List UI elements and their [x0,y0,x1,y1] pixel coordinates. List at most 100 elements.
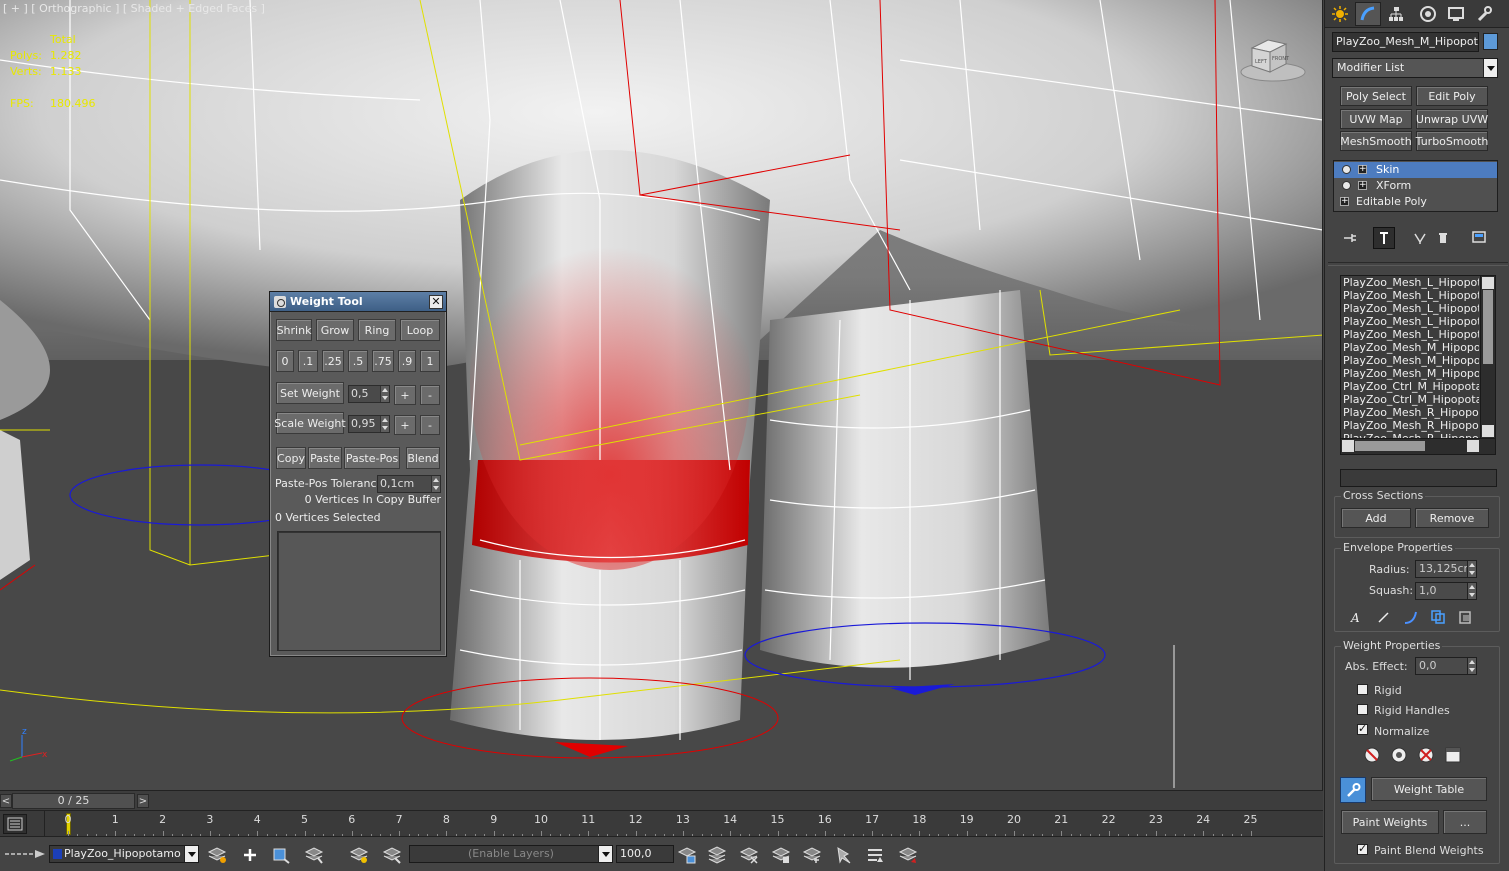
bone-list-item[interactable]: PlayZoo_Mesh_L_Hipopotamo [1341,315,1479,328]
weight-09-button[interactable]: .9 [398,350,416,372]
time-slider[interactable]: < 0 / 25 > [0,790,1323,810]
paint-weights-button[interactable]: Paint Weights [1341,810,1439,834]
layer-stack-icon[interactable] [706,844,728,866]
weight-tool-dialog[interactable]: Weight Tool ✕ Shrink Grow Ring Loop 0 .1… [269,291,447,657]
layer-explorer-icon[interactable] [676,844,698,866]
freeze-layer-icon[interactable] [348,844,370,866]
stack-item-skin[interactable]: + Skin [1334,162,1497,178]
set-weight-value[interactable]: 0,5 [351,387,369,400]
include-verts-icon[interactable] [1389,745,1409,765]
hide-layer-icon[interactable] [381,844,403,866]
bone-list-item[interactable]: PlayZoo_Ctrl_M_Hipopotamo [1341,393,1479,406]
bone-list-item[interactable]: PlayZoo_Mesh_M_Hipopotamo [1341,341,1479,354]
chevron-down-icon[interactable] [598,846,612,862]
weight-01-button[interactable]: .1 [298,350,318,372]
viewport-label[interactable]: [ + ] [ Orthographic ] [ Shaded + Edged … [3,2,265,15]
time-slider-next-button[interactable]: > [137,794,149,808]
paste-pos-tolerance-value[interactable]: 0,1cm [380,477,414,490]
pin-stack-icon[interactable] [1339,227,1361,249]
scale-weight-plus-button[interactable]: + [394,415,416,435]
paint-blend-weights-checkbox[interactable] [1357,842,1368,855]
object-name-field[interactable]: PlayZoo_Mesh_M_Hipopotamo [1332,32,1479,52]
bone-list[interactable]: PlayZoo_Mesh_L_Hipopotamo PlayZoo_Mesh_L… [1340,275,1496,455]
bone-list-item[interactable]: PlayZoo_Mesh_M_Hipopotamo [1341,354,1479,367]
paste-pos-tolerance-spinner[interactable]: 0,1cm [377,475,441,493]
time-slider-thumb[interactable]: 0 / 25 [12,793,135,809]
expand-icon[interactable]: + [1340,197,1349,206]
expand-icon[interactable]: + [1358,181,1367,190]
motion-tab-icon[interactable] [1415,2,1441,26]
make-unique-icon[interactable] [1409,227,1431,249]
mini-curve-editor-icon[interactable] [3,814,27,834]
grow-button[interactable]: Grow [316,319,354,341]
viewport-scene[interactable] [0,0,1323,790]
modifier-list-dropdown[interactable]: Modifier List [1332,58,1498,78]
scroll-right-icon[interactable] [1467,440,1479,452]
command-panel-tabs[interactable] [1325,0,1509,28]
radius-value[interactable]: 13,125cm [1419,562,1474,575]
set-weight-spinner[interactable]: 0,5 [348,385,390,403]
squash-spinner[interactable]: 1,0 [1415,582,1477,600]
pencil-icon[interactable] [1374,607,1394,627]
track-bar-timeline[interactable]: 0 1 2 3 4 5 6 7 8 9 10 11 12 13 14 15 16 17 18 19 20 21 22 23 24… [44,811,1272,837]
squash-value[interactable]: 1,0 [1419,584,1437,597]
scroll-up-icon[interactable] [1482,277,1494,289]
modify-tab-icon[interactable] [1355,2,1381,26]
set-weight-button[interactable]: Set Weight [276,382,344,404]
stack-item-xform[interactable]: + XForm [1334,178,1497,194]
weight-025-button[interactable]: .25 [322,350,344,372]
paste-pos-button[interactable]: Paste-Pos [344,447,400,469]
copy-envelope-icon[interactable] [1428,607,1448,627]
ring-button[interactable]: Ring [358,319,396,341]
weight-table-button[interactable]: Weight Table [1371,777,1487,801]
weight-075-button[interactable]: .75 [372,350,394,372]
layers-icon[interactable] [206,844,228,866]
bone-filter-field[interactable] [1340,469,1497,487]
weight-tool-titlebar[interactable]: Weight Tool [270,292,446,312]
uvw-map-button[interactable]: UVW Map [1340,109,1412,129]
set-weight-minus-button[interactable]: - [420,385,440,405]
zoom-value[interactable]: 100,0 [620,847,652,860]
show-end-result-icon[interactable] [1373,227,1395,249]
scroll-thumb[interactable] [1355,441,1425,451]
remove-modifier-icon[interactable] [1432,227,1454,249]
remove-cross-section-button[interactable]: Remove [1415,508,1489,528]
viewport[interactable]: [ + ] [ Orthographic ] [ Shaded + Edged … [0,0,1323,790]
scale-weight-spinner[interactable]: 0,95 [348,415,390,433]
paste-envelope-icon[interactable] [1455,607,1475,627]
loop-button[interactable]: Loop [400,319,440,341]
pin-layer-icon[interactable] [833,844,855,866]
bone-list-item[interactable]: PlayZoo_Mesh_L_Hipopotamo [1341,289,1479,302]
chevron-down-icon[interactable] [1483,59,1497,77]
stack-item-editable-poly[interactable]: + Editable Poly [1334,194,1497,210]
unwrap-uvw-button[interactable]: Unwrap UVW [1416,109,1488,129]
edit-poly-button[interactable]: Edit Poly [1416,86,1488,106]
shrink-button[interactable]: Shrink [276,319,312,341]
configure-sets-icon[interactable] [1469,227,1491,249]
zoom-spinner[interactable]: 100,0 [616,845,674,863]
scale-weight-button[interactable]: Scale Weight [274,412,346,434]
command-panel[interactable]: PlayZoo_Mesh_M_Hipopotamo Modifier List … [1324,0,1509,871]
exclude-verts-icon[interactable] [1362,745,1382,765]
rigid-checkbox[interactable] [1357,684,1368,695]
merge-layer-icon[interactable] [770,844,792,866]
current-layer-dropdown[interactable]: PlayZoo_Hipopotamo [49,845,199,863]
select-layer-icon[interactable] [303,844,325,866]
copy-button[interactable]: Copy [276,447,306,469]
enable-layers-dropdown[interactable]: (Enable Layers) [409,845,613,863]
bone-list-item[interactable]: PlayZoo_Mesh_R_Hipopotamo [1341,419,1479,432]
add-cross-section-button[interactable]: Add [1341,508,1411,528]
layer-display-icon[interactable] [897,844,919,866]
layer-settings-icon[interactable] [801,844,823,866]
abs-effect-spinner[interactable]: 0,0 [1415,657,1477,675]
bone-list-item[interactable]: PlayZoo_Ctrl_M_Hipopotamo [1341,380,1479,393]
layer-manager-icon[interactable] [3,847,47,861]
bone-list-item[interactable]: PlayZoo_Mesh_L_Hipopotamo [1341,302,1479,315]
close-icon[interactable]: ✕ [429,295,443,309]
layer-sort-icon[interactable] [864,844,886,866]
scale-weight-value[interactable]: 0,95 [351,417,376,430]
bone-list-item[interactable]: PlayZoo_Mesh_R_Hipopotamo [1341,406,1479,419]
paint-options-button[interactable]: ... [1443,810,1487,834]
object-color-swatch[interactable] [1483,33,1498,50]
add-to-layer-icon[interactable] [270,844,292,866]
